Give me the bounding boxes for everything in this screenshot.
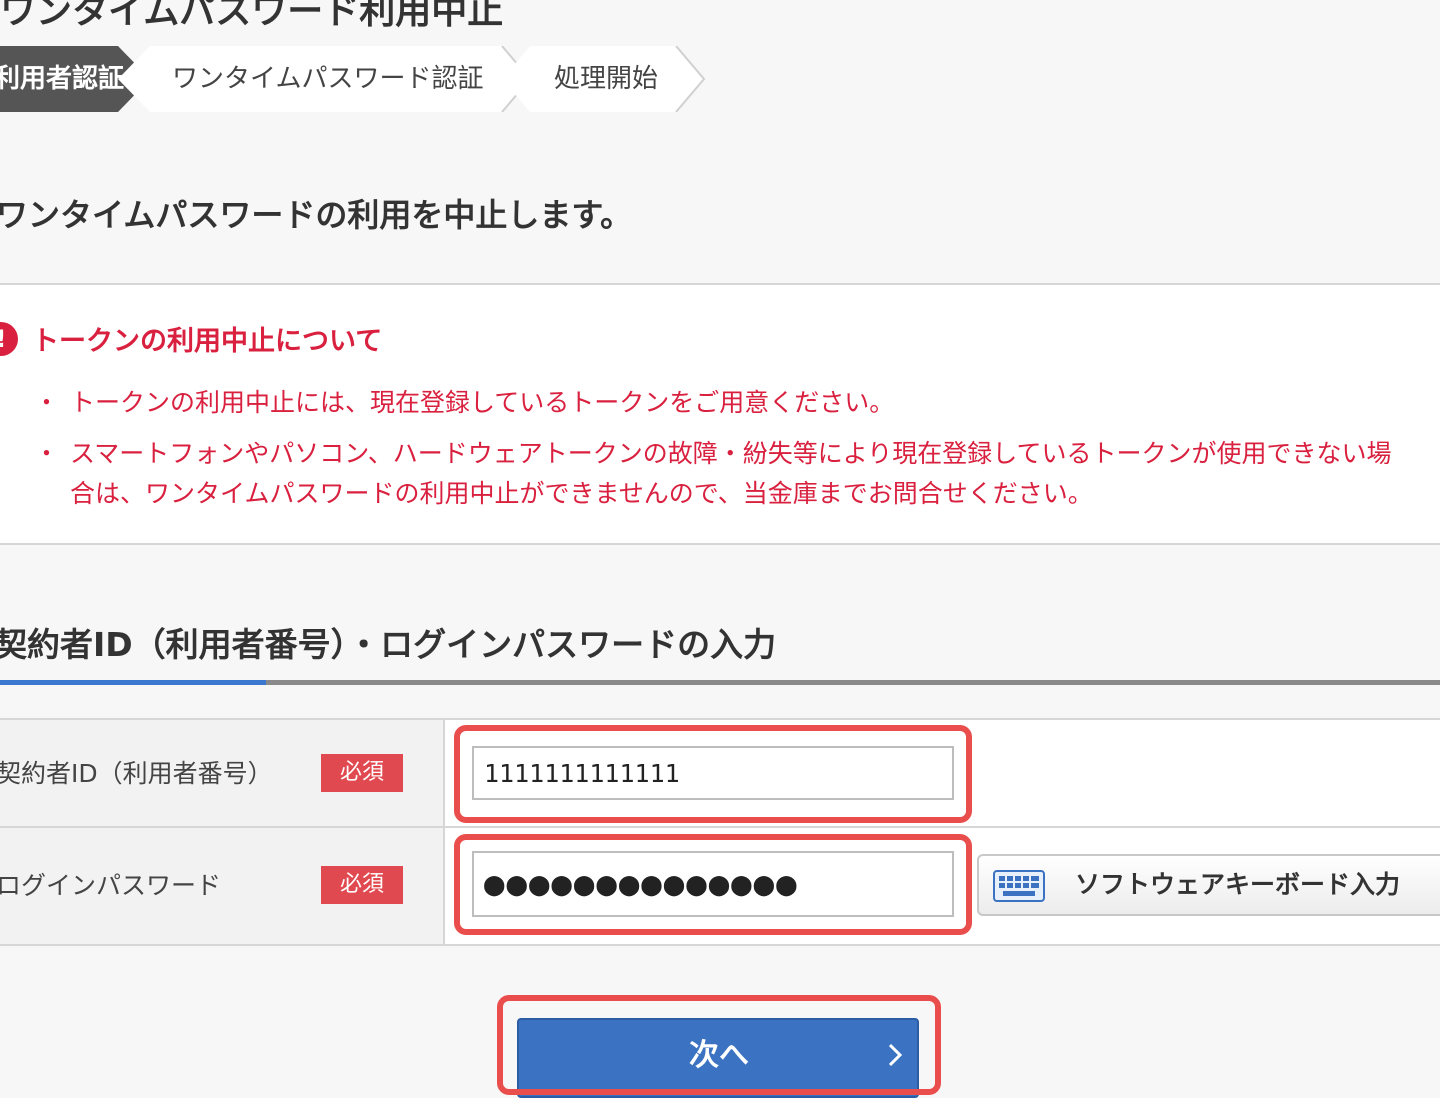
step-2-label: ワンタイムパスワード認証 (172, 64, 484, 94)
notice-item-text: トークンの利用中止には、現在登録しているトークンをご用意ください。 (70, 388, 895, 417)
section-title: 契約者ID（利用者番号）・ログインパスワードの入力 (0, 625, 777, 664)
step-3-label: 処理開始 (554, 64, 659, 94)
exclamation-icon: ! (0, 322, 18, 356)
section-divider-accent (0, 680, 266, 685)
id-field-label: 契約者ID（利用者番号） (0, 759, 273, 788)
notice-list: トークンの利用中止には、現在登録しているトークンをご用意ください。 スマートフォ… (34, 383, 1440, 525)
required-badge: 必須 (321, 866, 403, 904)
notice-item: スマートフォンやパソコン、ハードウェアトークンの故障・紛失等により現在登録してい… (34, 434, 1440, 514)
notice-item-text: スマートフォンやパソコン、ハードウェアトークンの故障・紛失等により現在登録してい… (70, 439, 1392, 468)
software-keyboard-label: ソフトウェアキーボード入力 (1075, 870, 1401, 899)
highlight-frame-next (497, 995, 941, 1095)
page-title: ワンタイムパスワード利用中止 (0, 0, 504, 32)
password-field-label: ログインパスワード (0, 871, 222, 900)
keyboard-icon (993, 870, 1045, 902)
notice-title: トークンの利用中止について (32, 326, 383, 357)
software-keyboard-button[interactable]: ソフトウェアキーボード入力 (977, 854, 1440, 916)
highlight-frame-id (454, 725, 972, 823)
step-1-label: 利用者認証 (0, 64, 125, 94)
lead-text: ワンタイムパスワードの利用を中止します。 (0, 196, 633, 234)
step-indicator: 利用者認証 ワンタイムパスワード認証 処理開始 (0, 46, 720, 112)
notice-item: トークンの利用中止には、現在登録しているトークンをご用意ください。 (34, 383, 1440, 423)
notice-box: ! トークンの利用中止について トークンの利用中止には、現在登録しているトークン… (0, 283, 1440, 545)
notice-item-text-continued: 合は、ワンタイムパスワードの利用中止ができませんので、当金庫までお問合せください… (70, 479, 1093, 508)
required-badge: 必須 (321, 754, 403, 792)
highlight-frame-password (454, 834, 972, 935)
